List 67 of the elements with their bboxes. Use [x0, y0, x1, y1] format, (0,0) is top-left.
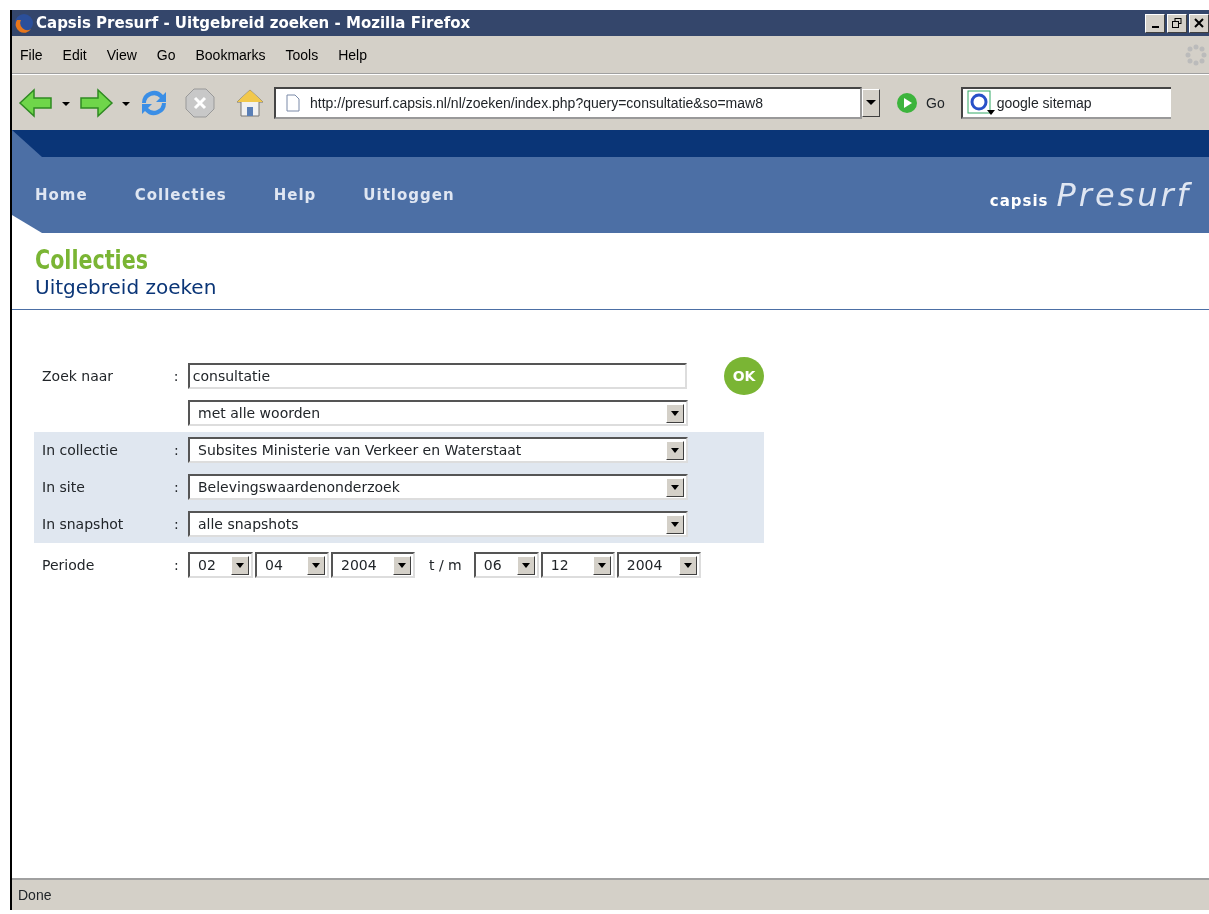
- select-field[interactable]: Belevingswaardenonderzoek: [188, 474, 688, 501]
- menu-item[interactable]: Bookmarks: [187, 46, 278, 63]
- colon-text: :: [173, 368, 179, 385]
- status-text: Done: [12, 878, 1209, 910]
- go-button[interactable]: Go: [926, 94, 945, 111]
- menu-item[interactable]: Go: [148, 46, 188, 63]
- restore-button[interactable]: [1167, 13, 1187, 33]
- throbber-icon: [1185, 43, 1207, 66]
- back-arrow-icon[interactable]: [18, 87, 54, 118]
- dropdown-button[interactable]: [862, 88, 880, 117]
- search-field[interactable]: google sitemap: [960, 86, 1171, 119]
- menu-item[interactable]: File: [12, 46, 55, 63]
- select-field[interactable]: alle snapshots: [188, 511, 688, 538]
- nav-link[interactable]: Help: [273, 186, 317, 204]
- colon-text: :: [174, 479, 179, 496]
- dropdown-arrow-icon: [398, 562, 406, 568]
- select-field[interactable]: 02: [188, 552, 253, 579]
- dropdown-arrow-icon: [597, 562, 606, 568]
- colon-text: :: [174, 516, 179, 533]
- nav-link[interactable]: Home: [35, 186, 88, 204]
- colon-text: :: [174, 557, 179, 574]
- field-label: In site: [42, 479, 85, 496]
- select-field[interactable]: 2004: [616, 552, 701, 579]
- select-field[interactable]: 12: [540, 552, 615, 579]
- menu-item[interactable]: Tools: [277, 46, 331, 63]
- date-separator: t / m: [429, 557, 462, 574]
- dropdown-arrow-icon: [521, 562, 530, 568]
- field-label: Zoek naar: [42, 368, 114, 385]
- stop-icon[interactable]: [184, 86, 216, 119]
- go-icon[interactable]: [896, 91, 918, 114]
- logo-text: capsis: [989, 192, 1049, 210]
- search-engine-icon[interactable]: [966, 89, 995, 116]
- nav-link[interactable]: Collecties: [134, 186, 227, 204]
- select-field[interactable]: Subsites Ministerie van Verkeer en Waterstaat: [188, 437, 688, 464]
- select-field[interactable]: 2004: [331, 552, 415, 579]
- select-field[interactable]: met alle woorden: [188, 400, 688, 427]
- minimize-button[interactable]: [1145, 13, 1165, 33]
- page-icon: [286, 93, 300, 112]
- dropdown-arrow-icon: [236, 562, 244, 568]
- menu-item[interactable]: View: [98, 46, 149, 63]
- dropdown-arrow-icon: [683, 562, 692, 568]
- dropdown-arrow-icon: [671, 521, 679, 527]
- forward-arrow-icon[interactable]: [78, 87, 114, 118]
- select-field[interactable]: 04: [255, 552, 329, 579]
- logo-text: Presurf: [1056, 176, 1191, 214]
- field-label: In snapshot: [42, 516, 124, 533]
- window-title: Capsis Presurf - Uitgebreid zoeken - Mozilla Firefox: [36, 14, 472, 32]
- dropdown-arrow-icon: [671, 447, 679, 453]
- page-subheading: Uitgebreid zoeken: [35, 274, 218, 299]
- dropdown-arrow-icon: [866, 100, 876, 105]
- menu-item[interactable]: Edit: [54, 46, 99, 63]
- select-field[interactable]: 06: [473, 552, 539, 579]
- page-heading: Collecties: [35, 245, 148, 275]
- search-input[interactable]: consultatie: [187, 363, 688, 390]
- field-label: In collectie: [42, 442, 118, 459]
- restore-icon: [1172, 18, 1182, 28]
- close-button[interactable]: [1189, 13, 1209, 33]
- colon-text: :: [174, 442, 179, 459]
- menu-item[interactable]: Help: [330, 46, 379, 63]
- field-label: Periode: [42, 557, 95, 574]
- dropdown-arrow-icon: [671, 484, 679, 490]
- dropdown-arrow-icon: [312, 562, 320, 568]
- close-icon: [1194, 18, 1204, 28]
- address-bar[interactable]: http://presurf.capsis.nl/nl/zoeken/index.php?query=consultatie&so=maw8: [274, 86, 862, 119]
- nav-link[interactable]: Uitloggen: [363, 186, 455, 204]
- dropdown-arrow-icon: [671, 410, 679, 416]
- minimize-icon: [1151, 26, 1159, 28]
